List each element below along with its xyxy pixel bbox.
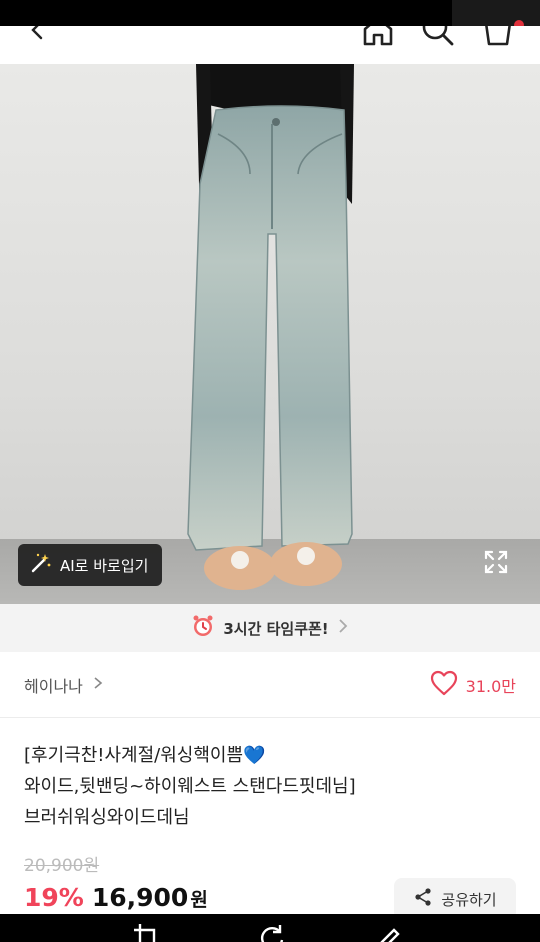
back-icon[interactable] — [20, 26, 56, 48]
share-label: 공유하기 — [441, 890, 497, 909]
status-bar — [0, 0, 540, 30]
like-count: 31.0만 — [465, 676, 516, 696]
product-title: [후기극찬!사계절/워싱핵이쁨💙 와이드,뒷밴딩~하이웨스트 스탠다드핏데님] … — [24, 740, 514, 833]
seller-row: 헤이나나 31.0만 — [0, 652, 540, 718]
fullscreen-icon[interactable] — [482, 548, 510, 576]
time-coupon-banner[interactable]: 3시간 타임쿠폰! — [0, 604, 540, 652]
status-corner — [452, 0, 540, 26]
share-icon — [413, 887, 433, 911]
seller-name: 헤이나나 — [24, 676, 83, 696]
price-row: 19% 16,900 원 — [24, 883, 208, 912]
product-image[interactable]: AI로 바로입기 — [0, 64, 540, 604]
alarm-clock-icon — [191, 614, 215, 642]
ai-try-on-label: AI로 바로입기 — [60, 556, 149, 575]
app-header — [0, 26, 540, 64]
crop-icon[interactable] — [132, 922, 162, 942]
pen-icon[interactable] — [372, 922, 402, 942]
title-line: [후기극찬!사계절/워싱핵이쁨💙 — [24, 745, 266, 766]
discount-rate: 19% — [24, 883, 84, 912]
home-icon[interactable] — [360, 26, 396, 48]
search-icon[interactable] — [420, 26, 456, 48]
currency-unit: 원 — [190, 889, 208, 911]
ai-try-on-button[interactable]: AI로 바로입기 — [18, 544, 163, 586]
cart-icon[interactable] — [480, 26, 516, 48]
rotate-icon[interactable] — [256, 922, 286, 942]
sale-price: 16,900 — [91, 883, 189, 912]
coupon-label: 3시간 타임쿠폰! — [223, 619, 329, 638]
jeans-illustration — [187, 64, 354, 590]
like-button[interactable]: 31.0만 — [430, 670, 516, 700]
chevron-right-icon — [93, 675, 103, 694]
magic-wand-icon — [30, 552, 52, 578]
heart-icon — [430, 670, 458, 700]
chevron-right-icon — [337, 618, 349, 638]
title-line: 와이드,뒷밴딩~하이웨스트 스탠다드핏데님] — [24, 776, 356, 797]
bottom-nav-bar — [0, 914, 540, 942]
seller-link[interactable]: 헤이나나 — [24, 673, 103, 697]
original-price: 20,900원 — [24, 856, 100, 876]
title-line: 브러쉬워싱와이드데님 — [24, 807, 190, 828]
